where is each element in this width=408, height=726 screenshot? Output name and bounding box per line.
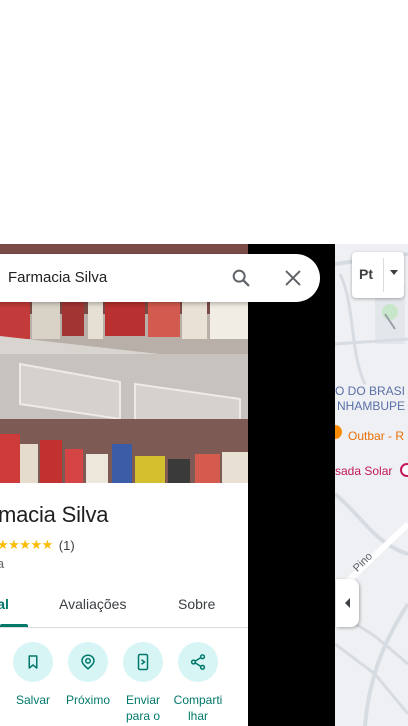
nearby-icon — [81, 654, 95, 670]
map-label-outbar[interactable]: Outbar - R — [348, 429, 404, 443]
place-category[interactable]: ia — [0, 556, 4, 571]
share-label-line-1: Comparti — [173, 693, 223, 707]
panel-gap — [248, 244, 335, 726]
map-label-district[interactable]: NHAMBUPE — [337, 399, 405, 413]
star-rating: ★★★★★ — [0, 537, 53, 552]
search-icon[interactable] — [230, 267, 252, 289]
layers-button[interactable]: Pt — [352, 252, 404, 298]
place-title: macia Silva — [0, 502, 109, 527]
nearby-button-circle[interactable] — [68, 642, 108, 682]
layers-button-label: Pt — [359, 266, 373, 282]
share-label-line-2: lhar — [187, 709, 208, 723]
save-button-circle[interactable] — [13, 642, 53, 682]
place-panel: macia Silva ★★★★★ (1) ia eral Avaliações… — [0, 244, 248, 726]
save-button[interactable]: Salvar — [3, 642, 63, 708]
map-roads — [335, 244, 408, 726]
share-button[interactable]: Comparti lhar — [168, 642, 228, 724]
send-to-phone-circle[interactable] — [123, 642, 163, 682]
share-button-circle[interactable] — [178, 642, 218, 682]
search-box[interactable]: Farmacia Silva — [0, 254, 320, 302]
bookmark-icon — [28, 655, 38, 669]
map-canvas[interactable]: O DO BRASI NHAMBUPE Outbar - R sada Sola… — [335, 244, 408, 726]
tab-reviews[interactable]: Avaliações — [59, 596, 126, 612]
layers-divider — [383, 258, 384, 292]
send-to-phone-icon — [137, 653, 149, 671]
send-to-phone-button[interactable]: Enviar para o — [113, 642, 173, 724]
share-label: Comparti lhar — [168, 692, 228, 724]
share-icon — [190, 654, 206, 670]
close-icon[interactable] — [282, 267, 304, 289]
send-label: Enviar para o — [113, 692, 173, 724]
map-label-solar[interactable]: sada Solar — [335, 464, 392, 478]
active-tab-indicator — [0, 624, 28, 627]
rating-row[interactable]: ★★★★★ (1) — [0, 536, 75, 554]
send-label-line-2: para o — [125, 709, 161, 723]
map-label-place[interactable]: O DO BRASI — [335, 384, 405, 398]
chevron-left-icon — [344, 598, 350, 608]
tab-overview[interactable]: eral — [0, 596, 9, 612]
nearby-label: Próximo — [65, 693, 110, 707]
collapse-panel-button[interactable] — [336, 579, 359, 627]
rating-count[interactable]: (1) — [59, 538, 75, 553]
save-label: Salvar — [15, 693, 50, 707]
place-tabs: eral Avaliações Sobre — [0, 590, 248, 628]
nearby-button[interactable]: Próximo — [58, 642, 118, 708]
maps-screen: O DO BRASI NHAMBUPE Outbar - R sada Sola… — [0, 0, 408, 726]
layers-dropdown-icon[interactable] — [390, 270, 398, 275]
tab-about[interactable]: Sobre — [178, 596, 215, 612]
send-label-line-1: Enviar — [125, 693, 160, 707]
search-input[interactable]: Farmacia Silva — [8, 269, 107, 286]
